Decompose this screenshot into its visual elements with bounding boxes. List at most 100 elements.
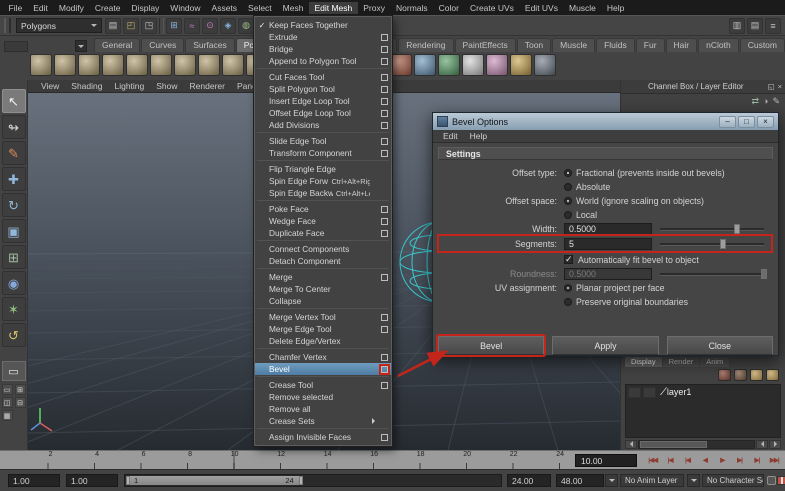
segments-slider-handle[interactable] (720, 238, 727, 249)
playback-range[interactable]: 1 24 (126, 476, 303, 485)
selection-mode-dropdown[interactable]: Polygons (16, 18, 102, 33)
status-line-grip[interactable] (4, 18, 11, 33)
option-box-icon[interactable] (381, 433, 388, 441)
option-box-icon[interactable] (381, 149, 388, 157)
menu-bar-item[interactable]: Edit Mesh (308, 1, 358, 14)
paint-selection-tool[interactable]: ✎ (1, 141, 26, 165)
time-slider-bar[interactable]: 24681012141618202224 (2, 451, 564, 470)
menu-item[interactable]: Flip Triangle Edge (255, 163, 391, 175)
menu-item[interactable]: Insert Edge Loop Tool (255, 95, 391, 107)
soft-modification-tool[interactable]: ◉ (1, 271, 26, 295)
lasso-select-tool[interactable]: ↬ (1, 115, 26, 139)
menu-item[interactable]: Offset Edge Loop Tool (255, 107, 391, 119)
segments-field[interactable]: 5 (564, 237, 652, 250)
panel-menu-item[interactable]: Shading (66, 81, 107, 91)
menu-item[interactable]: Bevel (255, 363, 391, 375)
current-time-field[interactable]: 10.00 (575, 454, 637, 467)
save-scene-icon[interactable]: ◳ (141, 17, 157, 34)
menu-item[interactable]: Split Polygon Tool (255, 83, 391, 95)
panel-menu-item[interactable]: Renderer (185, 81, 230, 91)
menu-item[interactable] (257, 376, 389, 377)
menu-item[interactable]: Append to Polygon Tool (255, 55, 391, 67)
snap-to-curve-icon[interactable]: ≈ (184, 17, 200, 34)
option-box-icon[interactable] (381, 313, 388, 321)
menu-item[interactable]: Remove all (255, 403, 391, 415)
poly-prism-icon[interactable] (174, 54, 196, 76)
menu-item[interactable]: Connect Components (255, 243, 391, 255)
menu-item[interactable]: Remove selected (255, 391, 391, 403)
option-box-icon[interactable] (381, 273, 388, 281)
snap-to-point-icon[interactable]: ⊙ (202, 17, 218, 34)
menu-item[interactable] (257, 68, 389, 69)
menu-item[interactable]: Assign Invisible Faces (255, 431, 391, 443)
play-forwards-button[interactable]: ▶ (714, 453, 731, 467)
menu-item[interactable]: Collapse (255, 295, 391, 307)
menu-item[interactable]: Merge Edge Tool (255, 323, 391, 335)
current-frame-marker[interactable] (233, 451, 235, 470)
shelf-tab[interactable]: General (94, 38, 141, 52)
menu-bar-item[interactable]: Modify (53, 2, 89, 14)
option-box-icon[interactable] (381, 229, 388, 237)
option-box-icon[interactable] (381, 121, 388, 129)
quad-draw-icon[interactable] (438, 54, 460, 76)
panel-menu-item[interactable]: View (36, 81, 64, 91)
range-slider[interactable]: 1 24 (124, 474, 502, 487)
menu-item[interactable] (257, 308, 389, 309)
menu-item[interactable]: Transform Component (255, 147, 391, 159)
menu-bar-item[interactable]: File (3, 2, 28, 14)
time-slider[interactable]: 24681012141618202224 10.00 |◀◀|◀|◀◀▶▶|▶|… (0, 450, 785, 470)
go-to-end-button[interactable]: ▶▶| (766, 453, 783, 467)
option-box-icon[interactable] (381, 217, 388, 225)
attribute-editor-toggle-icon[interactable]: ▥ (729, 17, 745, 34)
menu-bar-item[interactable]: Window (165, 2, 206, 14)
four-pane-layout-button[interactable]: ⊞ (14, 384, 26, 395)
menu-item[interactable]: Cut Faces Tool (255, 71, 391, 83)
speed-state-icon[interactable]: ◑ (763, 96, 768, 108)
option-box-icon[interactable] (381, 109, 388, 117)
close-button[interactable]: × (757, 115, 774, 128)
universal-manipulator-tool[interactable]: ⊞ (1, 245, 26, 269)
scroll-left-button[interactable] (756, 439, 768, 449)
shelf-tab[interactable]: nCloth (698, 38, 739, 52)
poly-cone-icon[interactable] (102, 54, 124, 76)
dialog-button[interactable]: Bevel (438, 336, 545, 355)
shelf-tab[interactable]: Muscle (552, 38, 596, 52)
tool-settings-toggle-icon[interactable]: ▤ (747, 17, 763, 34)
persp-outliner-layout-button[interactable]: ◫ (1, 397, 13, 408)
layer-display-type-cell[interactable] (643, 386, 656, 398)
paint-weights-icon[interactable] (510, 54, 532, 76)
layer-visibility-cell[interactable] (628, 386, 641, 398)
show-manipulator-tool[interactable]: ✶ (1, 297, 26, 321)
menu-item[interactable]: Spin Edge Forward Ctrl+Alt+Right (255, 175, 391, 187)
character-set-selector[interactable]: No Character Set (702, 474, 764, 487)
option-box-icon[interactable] (381, 33, 388, 41)
menu-bar-item[interactable]: Create (89, 2, 126, 14)
segments-slider[interactable] (660, 238, 764, 250)
menu-bar-item[interactable]: Color (433, 2, 464, 14)
select-tool[interactable]: ↖ (1, 89, 26, 113)
panel-menu-item[interactable]: Lighting (109, 81, 149, 91)
uv-checker-icon[interactable] (462, 54, 484, 76)
option-box-icon[interactable] (381, 73, 388, 81)
menu-item[interactable] (257, 160, 389, 161)
hypershade-layout-button[interactable]: ▦ (1, 410, 13, 421)
persp-graph-layout-button[interactable]: ⊟ (14, 397, 26, 408)
shelf-menu-button[interactable] (75, 40, 88, 52)
menu-item[interactable]: Merge Vertex Tool (255, 311, 391, 323)
menu-item[interactable]: Crease Tool (255, 379, 391, 391)
dialog-button[interactable]: Close (666, 336, 773, 355)
step-back-key-button[interactable]: |◀ (679, 453, 696, 467)
option-box-icon[interactable] (381, 97, 388, 105)
poly-plane-icon[interactable] (126, 54, 148, 76)
hyperbolic-edit-icon[interactable]: ✎ (772, 96, 780, 108)
menu-item[interactable]: Spin Edge Backward Ctrl+Alt+Left (255, 187, 391, 199)
layer-row[interactable]: ∕ layer1 (626, 385, 780, 399)
go-to-start-button[interactable]: |◀◀ (644, 453, 661, 467)
menu-item[interactable]: Slide Edge Tool (255, 135, 391, 147)
minimize-button[interactable]: – (719, 115, 736, 128)
single-pane-layout-button[interactable]: ▭ (1, 384, 13, 395)
shelf-tab[interactable]: Curves (141, 38, 185, 52)
menu-item[interactable]: Wedge Face (255, 215, 391, 227)
anim-layer-dropdown-button[interactable] (605, 474, 618, 487)
poly-pyramid-icon[interactable] (198, 54, 220, 76)
